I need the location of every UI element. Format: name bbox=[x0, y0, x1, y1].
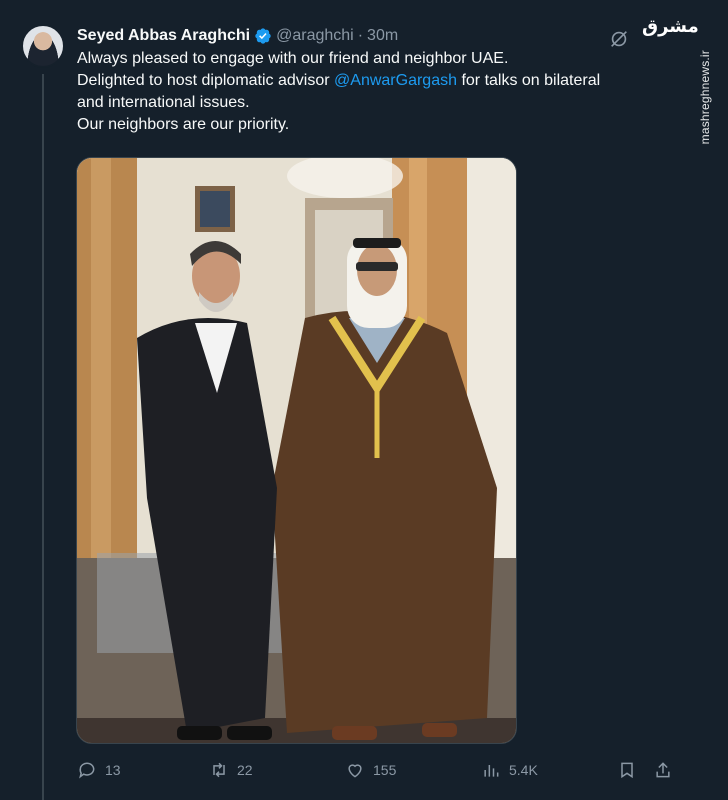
retweet-action[interactable]: 22 bbox=[209, 760, 253, 780]
mention-link[interactable]: @AnwarGargash bbox=[334, 72, 457, 89]
bookmark-action[interactable] bbox=[617, 760, 637, 780]
verified-badge-icon bbox=[255, 28, 271, 44]
watermark-logo: مشرق bbox=[642, 16, 699, 37]
watermark-url: mashreghnews.ir bbox=[698, 50, 712, 145]
tweet-media-photo[interactable] bbox=[76, 157, 517, 744]
grok-icon[interactable] bbox=[608, 28, 630, 50]
like-icon bbox=[348, 764, 362, 778]
views-icon bbox=[484, 765, 499, 777]
share-icon bbox=[656, 762, 670, 778]
retweet-icon bbox=[213, 762, 225, 778]
author-handle[interactable]: @araghchi bbox=[276, 27, 354, 45]
tweet-header: Seyed Abbas Araghchi @araghchi · 30m bbox=[77, 27, 658, 45]
reply-count: 13 bbox=[105, 762, 121, 778]
tweet-line-2: Delighted to host diplomatic advisor @An… bbox=[77, 70, 677, 92]
tweet-line-4: Our neighbors are our priority. bbox=[77, 116, 290, 133]
reply-icon bbox=[79, 762, 95, 779]
tweet-line-1: Always pleased to engage with our friend… bbox=[77, 50, 509, 67]
views-count: 5.4K bbox=[509, 762, 538, 778]
like-count: 155 bbox=[373, 762, 397, 778]
avatar[interactable] bbox=[21, 24, 65, 68]
tweet-actions: 13 22 155 5.4K bbox=[77, 760, 677, 784]
like-action[interactable]: 155 bbox=[345, 760, 396, 780]
separator-dot: · bbox=[357, 27, 364, 44]
reply-action[interactable]: 13 bbox=[77, 760, 121, 780]
tweet-line-3: and international issues. bbox=[77, 94, 250, 111]
tweet-time[interactable]: 30m bbox=[367, 27, 398, 45]
tweet-text: Always pleased to engage with our friend… bbox=[77, 48, 677, 136]
retweet-count: 22 bbox=[237, 762, 253, 778]
bookmark-icon bbox=[621, 762, 633, 779]
author-name[interactable]: Seyed Abbas Araghchi bbox=[77, 27, 250, 45]
share-action[interactable] bbox=[653, 760, 673, 780]
tweet-line-2-a: Delighted to host diplomatic advisor bbox=[77, 72, 335, 89]
photo-illustration bbox=[77, 158, 516, 743]
tweet-line-2-b: for talks on bilateral bbox=[457, 72, 601, 89]
views-action[interactable]: 5.4K bbox=[481, 760, 538, 780]
thread-line bbox=[42, 74, 44, 800]
